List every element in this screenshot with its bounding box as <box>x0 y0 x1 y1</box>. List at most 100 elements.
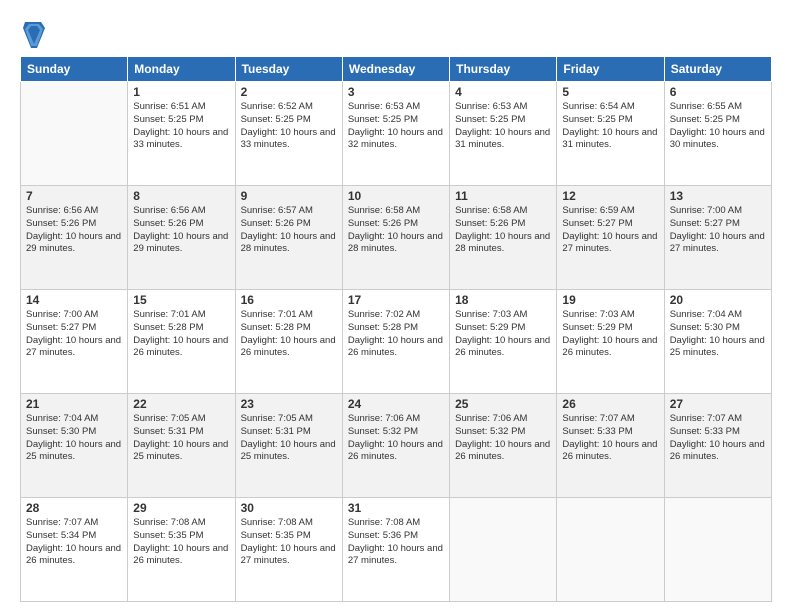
day-cell: 15 Sunrise: 7:01 AM Sunset: 5:28 PM Dayli… <box>128 290 235 394</box>
day-info: Sunrise: 6:58 AM Sunset: 5:26 PM Dayligh… <box>455 205 551 256</box>
day-info: Sunrise: 6:53 AM Sunset: 5:25 PM Dayligh… <box>348 101 444 152</box>
day-cell: 10 Sunrise: 6:58 AM Sunset: 5:26 PM Dayli… <box>342 186 449 290</box>
day-number: 1 <box>133 85 229 99</box>
day-cell: 6 Sunrise: 6:55 AM Sunset: 5:25 PM Daylig… <box>664 82 771 186</box>
day-cell: 24Sunrise: 7:06 AM Sunset: 5:32 PM Dayli… <box>342 394 449 498</box>
day-cell: 2 Sunrise: 6:52 AM Sunset: 5:25 PM Daylig… <box>235 82 342 186</box>
day-cell: 8Sunrise: 6:56 AM Sunset: 5:26 PM Daylig… <box>128 186 235 290</box>
day-info: Sunrise: 6:53 AM Sunset: 5:25 PM Dayligh… <box>455 101 551 152</box>
day-number: 25 <box>455 397 551 411</box>
day-cell <box>21 82 128 186</box>
day-number: 4 <box>455 85 551 99</box>
day-cell: 21Sunrise: 7:04 AM Sunset: 5:30 PM Dayli… <box>21 394 128 498</box>
day-number: 6 <box>670 85 766 99</box>
day-info: Sunrise: 7:00 AM Sunset: 5:27 PM Dayligh… <box>26 309 122 360</box>
day-number: 18 <box>455 293 551 307</box>
day-cell: 26 Sunrise: 7:07 AM Sunset: 5:33 PM Dayli… <box>557 394 664 498</box>
day-info: Sunrise: 7:02 AM Sunset: 5:28 PM Dayligh… <box>348 309 444 360</box>
day-number: 5 <box>562 85 658 99</box>
day-cell: 17 Sunrise: 7:02 AM Sunset: 5:28 PM Dayli… <box>342 290 449 394</box>
day-cell: 20Sunrise: 7:04 AM Sunset: 5:30 PM Dayli… <box>664 290 771 394</box>
day-info: Sunrise: 7:00 AM Sunset: 5:27 PM Dayligh… <box>670 205 766 256</box>
day-number: 9 <box>241 189 337 203</box>
day-number: 10 <box>348 189 444 203</box>
calendar-table: SundayMondayTuesdayWednesdayThursdayFrid… <box>20 56 772 602</box>
day-number: 30 <box>241 501 337 515</box>
week-row-2: 7Sunrise: 6:56 AM Sunset: 5:26 PM Daylig… <box>21 186 772 290</box>
day-number: 22 <box>133 397 229 411</box>
day-cell <box>450 498 557 602</box>
day-cell: 5 Sunrise: 6:54 AM Sunset: 5:25 PM Daylig… <box>557 82 664 186</box>
day-cell: 13 Sunrise: 7:00 AM Sunset: 5:27 PM Dayli… <box>664 186 771 290</box>
logo <box>20 18 45 48</box>
day-number: 28 <box>26 501 122 515</box>
day-info: Sunrise: 6:59 AM Sunset: 5:27 PM Dayligh… <box>562 205 658 256</box>
header-cell-friday: Friday <box>557 57 664 82</box>
day-info: Sunrise: 7:07 AM Sunset: 5:34 PM Dayligh… <box>26 517 122 568</box>
day-info: Sunrise: 6:55 AM Sunset: 5:25 PM Dayligh… <box>670 101 766 152</box>
day-number: 20 <box>670 293 766 307</box>
day-cell: 3 Sunrise: 6:53 AM Sunset: 5:25 PM Daylig… <box>342 82 449 186</box>
day-cell: 16 Sunrise: 7:01 AM Sunset: 5:28 PM Dayli… <box>235 290 342 394</box>
day-number: 2 <box>241 85 337 99</box>
header <box>20 18 772 48</box>
header-cell-thursday: Thursday <box>450 57 557 82</box>
day-info: Sunrise: 7:08 AM Sunset: 5:35 PM Dayligh… <box>241 517 337 568</box>
day-info: Sunrise: 7:06 AM Sunset: 5:32 PM Dayligh… <box>455 413 551 464</box>
day-number: 23 <box>241 397 337 411</box>
day-cell: 12 Sunrise: 6:59 AM Sunset: 5:27 PM Dayli… <box>557 186 664 290</box>
week-row-1: 1 Sunrise: 6:51 AM Sunset: 5:25 PM Daylig… <box>21 82 772 186</box>
day-number: 3 <box>348 85 444 99</box>
day-number: 16 <box>241 293 337 307</box>
day-number: 21 <box>26 397 122 411</box>
page: SundayMondayTuesdayWednesdayThursdayFrid… <box>0 0 792 612</box>
day-number: 11 <box>455 189 551 203</box>
calendar-header: SundayMondayTuesdayWednesdayThursdayFrid… <box>21 57 772 82</box>
day-cell: 31 Sunrise: 7:08 AM Sunset: 5:36 PM Dayli… <box>342 498 449 602</box>
week-row-3: 14 Sunrise: 7:00 AM Sunset: 5:27 PM Dayli… <box>21 290 772 394</box>
day-cell: 4 Sunrise: 6:53 AM Sunset: 5:25 PM Daylig… <box>450 82 557 186</box>
day-cell: 25 Sunrise: 7:06 AM Sunset: 5:32 PM Dayli… <box>450 394 557 498</box>
day-cell: 1 Sunrise: 6:51 AM Sunset: 5:25 PM Daylig… <box>128 82 235 186</box>
day-cell: 18Sunrise: 7:03 AM Sunset: 5:29 PM Dayli… <box>450 290 557 394</box>
header-cell-sunday: Sunday <box>21 57 128 82</box>
day-cell: 11 Sunrise: 6:58 AM Sunset: 5:26 PM Dayli… <box>450 186 557 290</box>
day-number: 13 <box>670 189 766 203</box>
day-info: Sunrise: 7:01 AM Sunset: 5:28 PM Dayligh… <box>241 309 337 360</box>
day-info: Sunrise: 6:52 AM Sunset: 5:25 PM Dayligh… <box>241 101 337 152</box>
day-number: 15 <box>133 293 229 307</box>
day-number: 29 <box>133 501 229 515</box>
day-info: Sunrise: 6:56 AM Sunset: 5:26 PM Dayligh… <box>26 205 122 256</box>
header-cell-wednesday: Wednesday <box>342 57 449 82</box>
day-cell: 9Sunrise: 6:57 AM Sunset: 5:26 PM Daylig… <box>235 186 342 290</box>
day-cell: 27 Sunrise: 7:07 AM Sunset: 5:33 PM Dayli… <box>664 394 771 498</box>
logo-icon <box>23 20 45 48</box>
day-number: 24 <box>348 397 444 411</box>
day-number: 17 <box>348 293 444 307</box>
day-info: Sunrise: 7:03 AM Sunset: 5:29 PM Dayligh… <box>562 309 658 360</box>
day-number: 26 <box>562 397 658 411</box>
day-cell: 14 Sunrise: 7:00 AM Sunset: 5:27 PM Dayli… <box>21 290 128 394</box>
day-cell: 19 Sunrise: 7:03 AM Sunset: 5:29 PM Dayli… <box>557 290 664 394</box>
header-cell-tuesday: Tuesday <box>235 57 342 82</box>
day-info: Sunrise: 7:08 AM Sunset: 5:35 PM Dayligh… <box>133 517 229 568</box>
day-number: 27 <box>670 397 766 411</box>
day-info: Sunrise: 7:01 AM Sunset: 5:28 PM Dayligh… <box>133 309 229 360</box>
day-number: 14 <box>26 293 122 307</box>
day-info: Sunrise: 7:08 AM Sunset: 5:36 PM Dayligh… <box>348 517 444 568</box>
header-cell-saturday: Saturday <box>664 57 771 82</box>
day-info: Sunrise: 6:54 AM Sunset: 5:25 PM Dayligh… <box>562 101 658 152</box>
day-info: Sunrise: 6:58 AM Sunset: 5:26 PM Dayligh… <box>348 205 444 256</box>
header-cell-monday: Monday <box>128 57 235 82</box>
day-cell: 7Sunrise: 6:56 AM Sunset: 5:26 PM Daylig… <box>21 186 128 290</box>
day-number: 19 <box>562 293 658 307</box>
day-info: Sunrise: 7:07 AM Sunset: 5:33 PM Dayligh… <box>670 413 766 464</box>
day-info: Sunrise: 6:51 AM Sunset: 5:25 PM Dayligh… <box>133 101 229 152</box>
day-number: 31 <box>348 501 444 515</box>
day-number: 12 <box>562 189 658 203</box>
day-cell <box>557 498 664 602</box>
header-row: SundayMondayTuesdayWednesdayThursdayFrid… <box>21 57 772 82</box>
day-info: Sunrise: 7:05 AM Sunset: 5:31 PM Dayligh… <box>241 413 337 464</box>
day-info: Sunrise: 7:07 AM Sunset: 5:33 PM Dayligh… <box>562 413 658 464</box>
day-info: Sunrise: 6:56 AM Sunset: 5:26 PM Dayligh… <box>133 205 229 256</box>
